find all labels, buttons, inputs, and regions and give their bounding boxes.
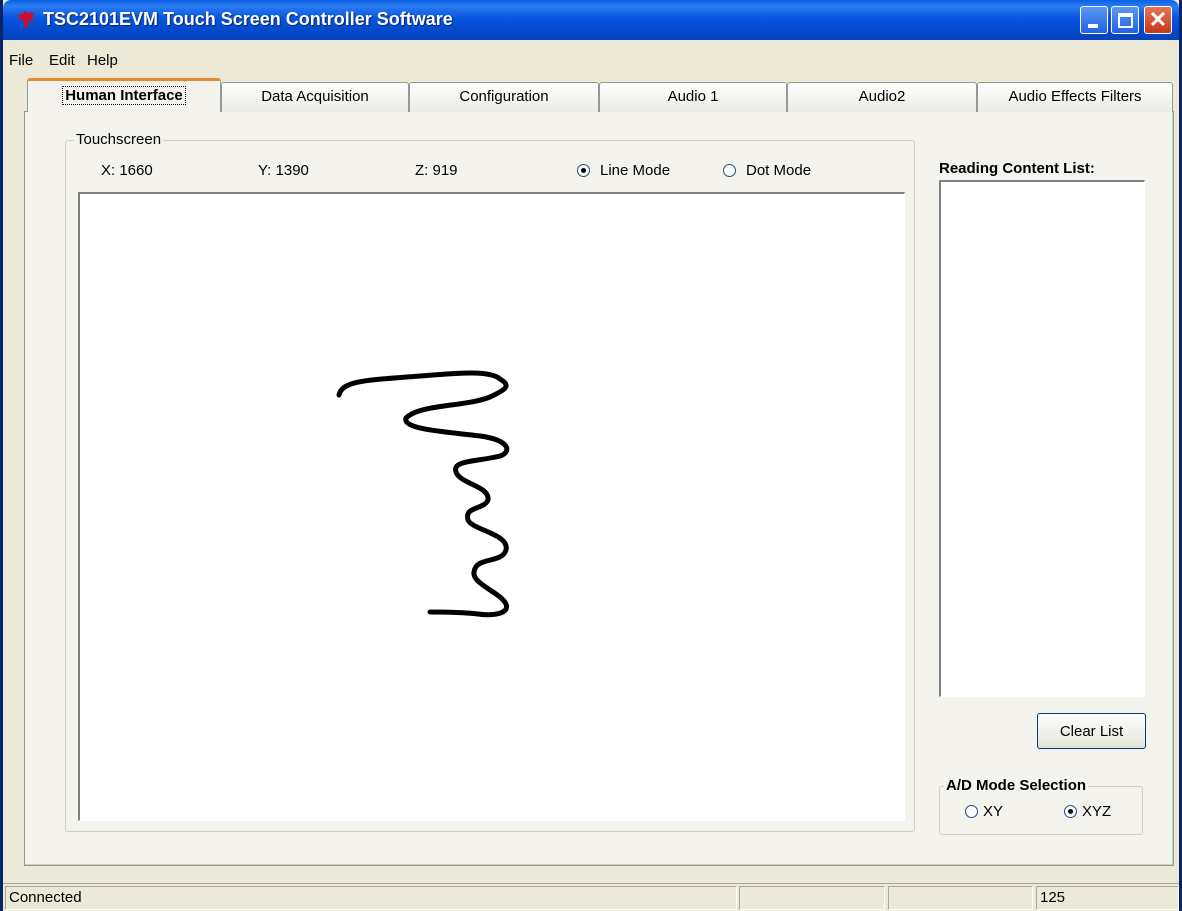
xy-radio[interactable]: XY <box>965 803 1003 820</box>
xyz-label: XYZ <box>1082 803 1112 820</box>
line-mode-radio[interactable]: Line Mode <box>577 162 670 179</box>
reading-content-list-label: Reading Content List: <box>939 160 1095 177</box>
xyz-radio[interactable]: XYZ <box>1064 803 1111 820</box>
tab-label: Audio Effects Filters <box>1008 88 1142 105</box>
close-icon: ✕ <box>1148 7 1168 32</box>
dot-mode-radio[interactable]: Dot Mode <box>723 162 811 179</box>
tab-label: Audio2 <box>858 88 906 105</box>
tab-audio2[interactable]: Audio2 <box>787 82 977 112</box>
reading-content-list[interactable] <box>939 180 1145 697</box>
ad-mode-label: A/D Mode Selection <box>944 777 1089 794</box>
line-mode-label: Line Mode <box>600 162 671 179</box>
tab-audio-1[interactable]: Audio 1 <box>599 82 787 112</box>
close-button[interactable]: ✕ <box>1144 6 1172 34</box>
menu-bar: File Edit Help <box>3 52 1179 74</box>
tab-configuration[interactable]: Configuration <box>409 82 599 112</box>
tab-label: Audio 1 <box>667 88 719 105</box>
status-count: 125 <box>1036 886 1179 910</box>
radio-unselected-icon <box>965 805 978 818</box>
drawn-stroke <box>336 370 510 618</box>
minimize-button[interactable] <box>1080 6 1108 34</box>
menu-edit[interactable]: Edit <box>47 52 77 69</box>
maximize-button[interactable] <box>1111 6 1139 34</box>
tab-audio-effects-filters[interactable]: Audio Effects Filters <box>977 82 1173 112</box>
tab-label: Human Interface <box>62 86 186 105</box>
touchscreen-group-label: Touchscreen <box>74 131 164 148</box>
xy-label: XY <box>983 803 1004 820</box>
maximize-icon <box>1118 13 1133 28</box>
status-connection: Connected <box>5 886 737 910</box>
minimize-icon <box>1088 24 1098 28</box>
status-pane-2 <box>739 886 885 910</box>
menu-help[interactable]: Help <box>85 52 120 69</box>
z-readout: Z: 919 <box>415 162 458 179</box>
clear-list-button[interactable]: Clear List <box>1037 713 1146 749</box>
radio-selected-icon <box>577 164 590 177</box>
window-title: TSC2101EVM Touch Screen Controller Softw… <box>43 9 453 29</box>
status-bar: Connected 125 <box>3 883 1179 911</box>
status-pane-3 <box>888 886 1033 910</box>
tab-human-interface[interactable]: Human Interface <box>27 78 221 112</box>
menu-file[interactable]: File <box>7 52 35 69</box>
tab-label: Configuration <box>459 88 549 105</box>
radio-selected-icon <box>1064 805 1077 818</box>
ti-logo-icon <box>18 10 35 29</box>
tab-data-acquisition[interactable]: Data Acquisition <box>221 82 409 112</box>
touchscreen-canvas[interactable] <box>78 192 905 821</box>
x-readout: X: 1660 <box>101 162 153 179</box>
tab-label: Data Acquisition <box>261 88 369 105</box>
dot-mode-label: Dot Mode <box>746 162 812 179</box>
radio-unselected-icon <box>723 164 736 177</box>
title-bar[interactable]: TSC2101EVM Touch Screen Controller Softw… <box>3 0 1179 40</box>
y-readout: Y: 1390 <box>258 162 309 179</box>
app-window: TSC2101EVM Touch Screen Controller Softw… <box>0 0 1182 911</box>
